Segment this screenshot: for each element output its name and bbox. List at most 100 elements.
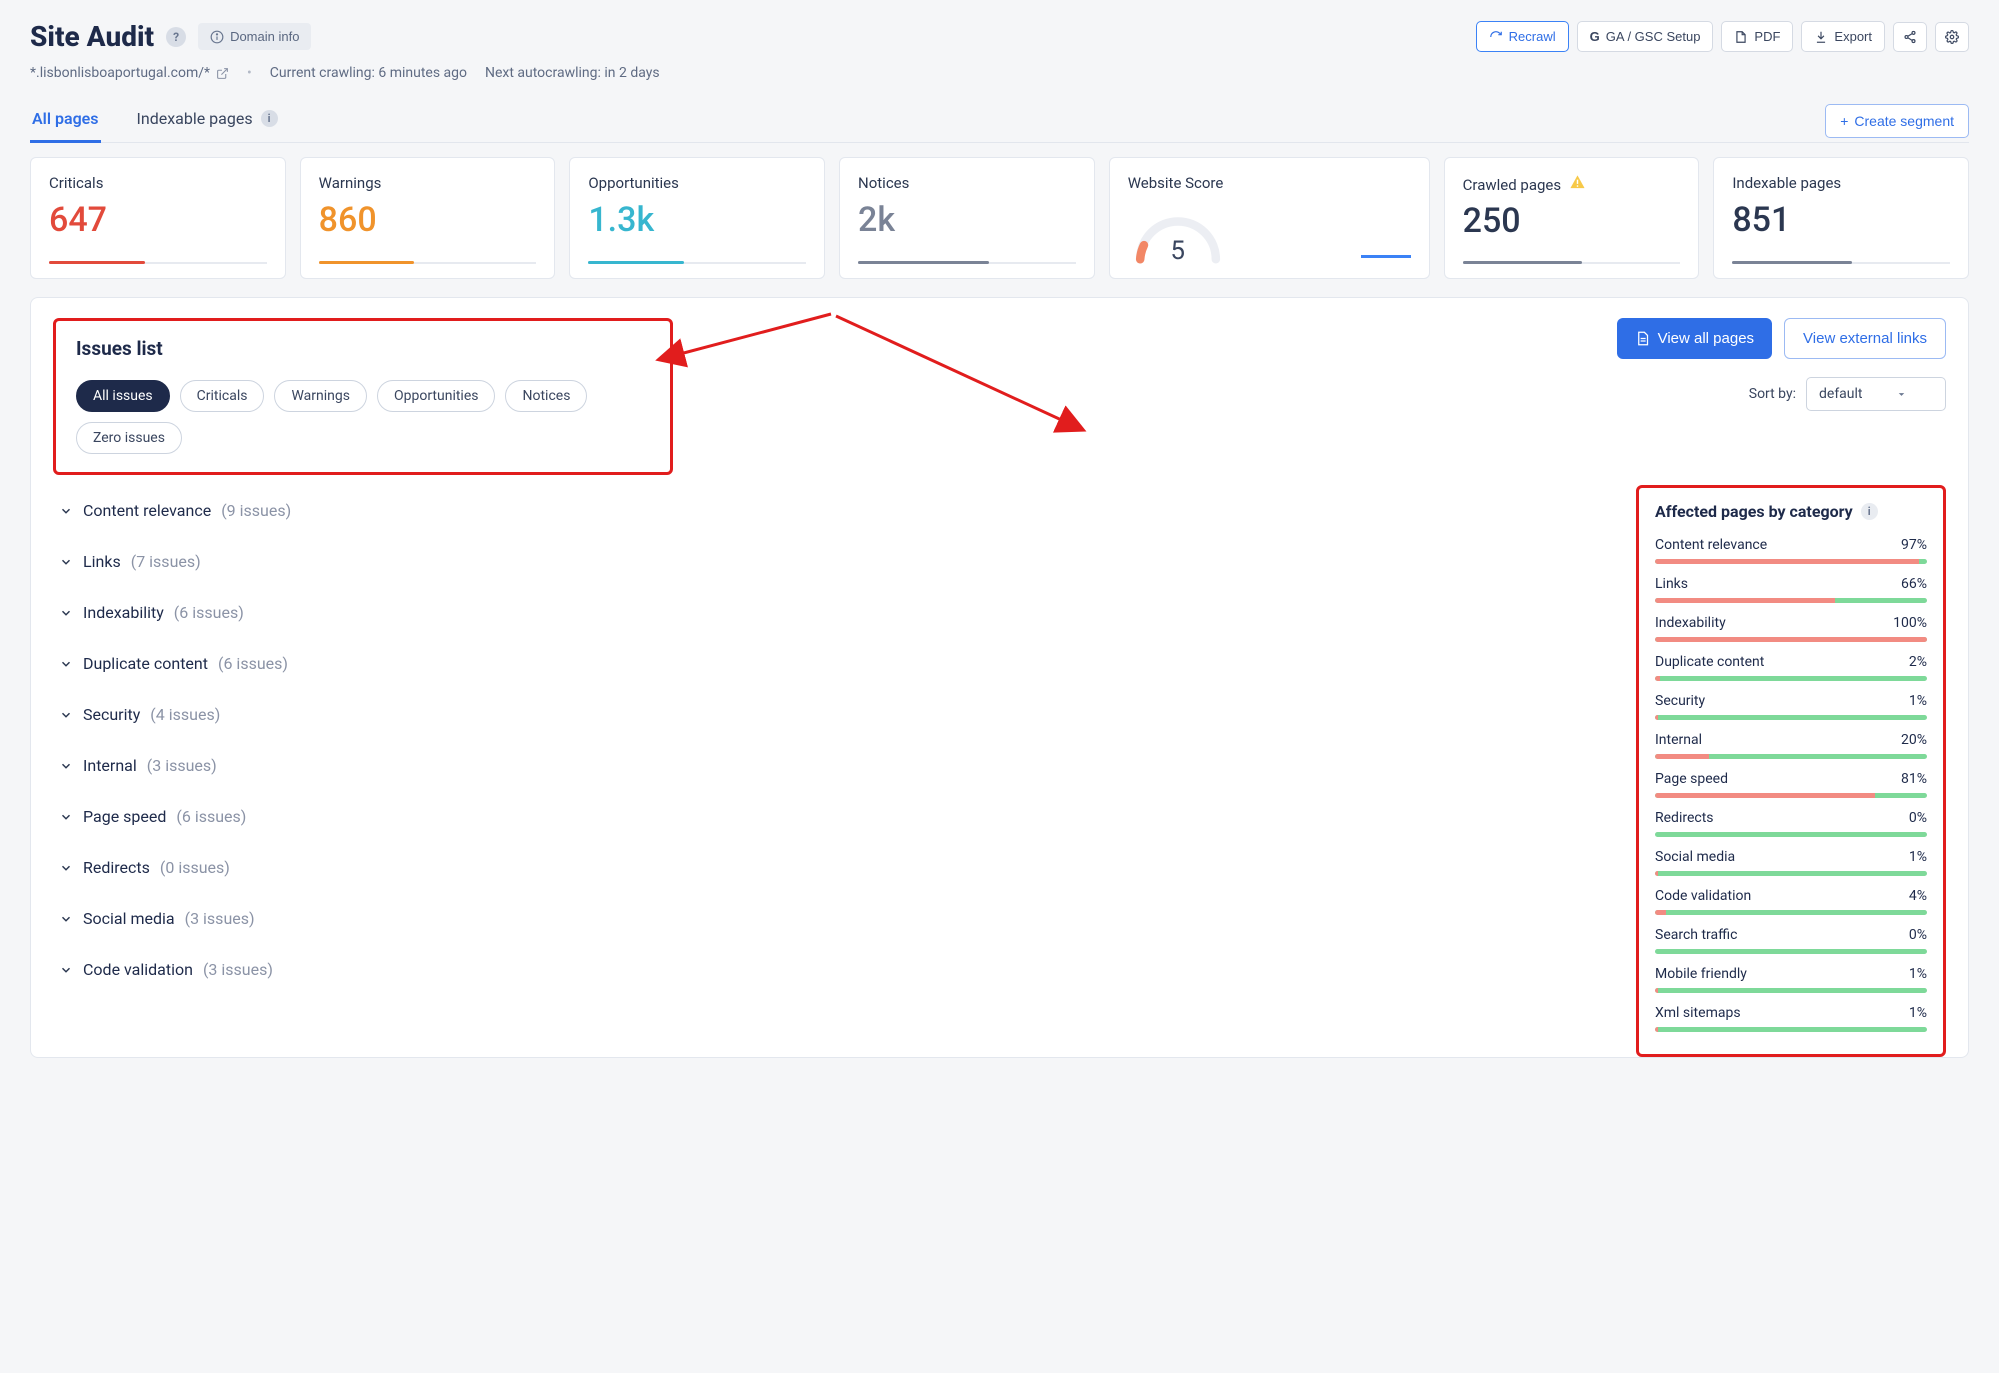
- affected-category-row[interactable]: Indexability 100%: [1655, 615, 1927, 642]
- progress-bar: [1655, 637, 1927, 642]
- next-autocrawling-text: Next autocrawling: in 2 days: [485, 65, 660, 81]
- issue-name: Links: [83, 552, 121, 571]
- issue-row[interactable]: Links (7 issues): [53, 536, 1602, 587]
- ga-gsc-setup-button[interactable]: G GA / GSC Setup: [1577, 21, 1714, 52]
- affected-category-row[interactable]: Search traffic 0%: [1655, 927, 1927, 954]
- affected-title-text: Affected pages by category: [1655, 502, 1853, 521]
- issue-name: Content relevance: [83, 501, 211, 520]
- affected-category-pct: 2%: [1909, 654, 1927, 670]
- affected-category-row[interactable]: Page speed 81%: [1655, 771, 1927, 798]
- issue-count: (6 issues): [176, 807, 246, 826]
- issue-row[interactable]: Redirects (0 issues): [53, 842, 1602, 893]
- create-segment-button[interactable]: + Create segment: [1825, 104, 1969, 138]
- filter-zero-issues[interactable]: Zero issues: [76, 422, 182, 454]
- affected-category-row[interactable]: Redirects 0%: [1655, 810, 1927, 837]
- filter-opportunities[interactable]: Opportunities: [377, 380, 496, 412]
- view-all-pages-button[interactable]: View all pages: [1617, 318, 1772, 359]
- affected-pages-box: Affected pages by category i Content rel…: [1636, 485, 1946, 1057]
- card-criticals[interactable]: Criticals 647: [30, 157, 286, 279]
- recrawl-button[interactable]: Recrawl: [1476, 21, 1569, 52]
- affected-category-row[interactable]: Mobile friendly 1%: [1655, 966, 1927, 993]
- affected-category-row[interactable]: Code validation 4%: [1655, 888, 1927, 915]
- filter-warnings[interactable]: Warnings: [274, 380, 367, 412]
- ga-gsc-label: GA / GSC Setup: [1606, 29, 1701, 44]
- issue-count: (6 issues): [174, 603, 244, 622]
- card-website-score[interactable]: Website Score 5: [1109, 157, 1430, 279]
- affected-category-row[interactable]: Links 66%: [1655, 576, 1927, 603]
- chevron-down-icon: [59, 504, 73, 518]
- affected-category-name: Indexability: [1655, 615, 1726, 631]
- tab-indexable-pages[interactable]: Indexable pages i: [135, 99, 280, 142]
- settings-button[interactable]: [1935, 22, 1969, 52]
- progress-bar: [1655, 715, 1927, 720]
- share-button[interactable]: [1893, 22, 1927, 52]
- progress-bar: [1655, 1027, 1927, 1032]
- filter-notices[interactable]: Notices: [505, 380, 587, 412]
- issue-name: Security: [83, 705, 140, 724]
- affected-category-row[interactable]: Xml sitemaps 1%: [1655, 1005, 1927, 1032]
- issue-row[interactable]: Social media (3 issues): [53, 893, 1602, 944]
- affected-category-pct: 1%: [1909, 693, 1927, 709]
- issue-row[interactable]: Duplicate content (6 issues): [53, 638, 1602, 689]
- chevron-down-icon: [59, 912, 73, 926]
- filter-criticals[interactable]: Criticals: [180, 380, 265, 412]
- card-opportunities-value: 1.3k: [588, 202, 806, 239]
- issue-count: (3 issues): [203, 960, 273, 979]
- website-score-value: 5: [1128, 236, 1228, 266]
- card-warnings[interactable]: Warnings 860: [300, 157, 556, 279]
- domain-info-button[interactable]: Domain info: [198, 23, 311, 50]
- export-button[interactable]: Export: [1801, 21, 1885, 52]
- info-icon: i: [261, 110, 278, 127]
- card-crawled-pages[interactable]: Crawled pages 250: [1444, 157, 1700, 279]
- affected-category-pct: 81%: [1901, 771, 1927, 787]
- affected-category-row[interactable]: Content relevance 97%: [1655, 537, 1927, 564]
- progress-bar: [1655, 949, 1927, 954]
- issue-row[interactable]: Content relevance (9 issues): [53, 485, 1602, 536]
- chevron-down-icon: [59, 657, 73, 671]
- chevron-down-icon: [59, 708, 73, 722]
- sort-select[interactable]: default: [1806, 377, 1946, 411]
- affected-category-pct: 1%: [1909, 849, 1927, 865]
- progress-bar: [1655, 676, 1927, 681]
- download-icon: [1814, 30, 1828, 44]
- issues-list-box: Issues list All issues Criticals Warning…: [53, 318, 673, 475]
- info-icon[interactable]: i: [1861, 503, 1878, 520]
- issue-row[interactable]: Page speed (6 issues): [53, 791, 1602, 842]
- issue-name: Code validation: [83, 960, 193, 979]
- chevron-down-icon: [59, 555, 73, 569]
- pdf-icon: [1734, 30, 1748, 44]
- card-notices[interactable]: Notices 2k: [839, 157, 1095, 279]
- affected-category-row[interactable]: Duplicate content 2%: [1655, 654, 1927, 681]
- card-criticals-label: Criticals: [49, 174, 267, 192]
- separator-dot: •: [247, 65, 252, 81]
- affected-category-name: Page speed: [1655, 771, 1728, 787]
- tab-all-pages[interactable]: All pages: [30, 99, 101, 142]
- affected-category-name: Redirects: [1655, 810, 1714, 826]
- affected-category-row[interactable]: Social media 1%: [1655, 849, 1927, 876]
- google-icon: G: [1590, 29, 1600, 44]
- card-indexable-pages[interactable]: Indexable pages 851: [1713, 157, 1969, 279]
- card-opportunities[interactable]: Opportunities 1.3k: [569, 157, 825, 279]
- affected-category-row[interactable]: Internal 20%: [1655, 732, 1927, 759]
- issue-row[interactable]: Security (4 issues): [53, 689, 1602, 740]
- current-crawling-text: Current crawling: 6 minutes ago: [270, 65, 467, 81]
- issue-row[interactable]: Code validation (3 issues): [53, 944, 1602, 995]
- tab-indexable-pages-label: Indexable pages: [137, 109, 253, 128]
- pdf-button[interactable]: PDF: [1721, 21, 1793, 52]
- view-external-links-button[interactable]: View external links: [1784, 318, 1946, 359]
- affected-category-pct: 97%: [1901, 537, 1927, 553]
- sort-label: Sort by:: [1749, 386, 1796, 402]
- create-segment-label: Create segment: [1854, 113, 1954, 129]
- progress-bar: [1655, 793, 1927, 798]
- chevron-down-icon: [1896, 389, 1907, 400]
- tab-all-pages-label: All pages: [32, 109, 99, 128]
- affected-category-pct: 0%: [1909, 927, 1927, 943]
- help-icon[interactable]: ?: [166, 27, 186, 47]
- chevron-down-icon: [59, 810, 73, 824]
- progress-bar: [1655, 559, 1927, 564]
- domain-text[interactable]: *.lisbonlisboaportugal.com/*: [30, 65, 229, 81]
- issue-row[interactable]: Internal (3 issues): [53, 740, 1602, 791]
- filter-all-issues[interactable]: All issues: [76, 380, 170, 412]
- issue-row[interactable]: Indexability (6 issues): [53, 587, 1602, 638]
- affected-category-row[interactable]: Security 1%: [1655, 693, 1927, 720]
